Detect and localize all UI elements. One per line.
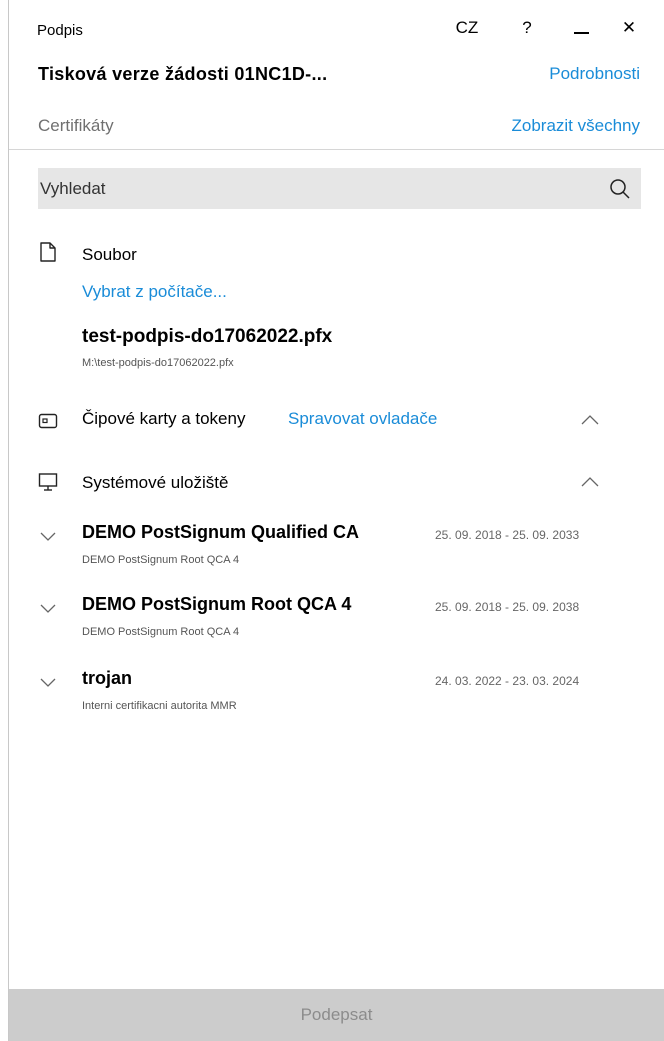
certificate-validity: 25. 09. 2018 - 25. 09. 2038 [435, 600, 580, 614]
certificate-issuer: DEMO PostSignum Root QCA 4 [82, 626, 240, 638]
search-input[interactable] [38, 178, 578, 199]
manage-drivers-link[interactable]: Spravovat ovladače [288, 409, 437, 429]
chevron-down-icon[interactable] [39, 530, 57, 542]
certificate-row[interactable]: trojan Interni certifikacni autorita MMR… [9, 668, 664, 728]
file-section-label: Soubor [82, 245, 137, 264]
show-all-link[interactable]: Zobrazit všechny [512, 116, 641, 136]
document-title: Tisková verze žádosti 01NC1D-... [38, 64, 328, 84]
choose-from-computer-link[interactable]: Vybrat z počítače... [82, 282, 227, 302]
certificate-validity: 25. 09. 2018 - 25. 09. 2033 [435, 528, 580, 542]
chevron-down-icon[interactable] [39, 602, 57, 614]
chevron-up-icon[interactable] [580, 476, 600, 488]
header-divider [9, 149, 664, 150]
help-button[interactable]: ? [517, 14, 537, 42]
certificate-row[interactable]: DEMO PostSignum Qualified CA DEMO PostSi… [9, 522, 664, 582]
smartcard-icon [38, 413, 58, 429]
smartcard-section-label: Čipové karty a tokeny [82, 409, 246, 428]
search-icon[interactable] [609, 178, 631, 200]
certificate-issuer: Interni certifikacni autorita MMR [82, 700, 237, 712]
selected-file-path: M:\test-podpis-do17062022.pfx [82, 357, 234, 369]
chevron-down-icon[interactable] [39, 676, 57, 688]
minimize-button[interactable] [569, 14, 593, 42]
sign-dialog: Podpis CZ ? ✕ Tisková verze žádosti 01NC… [0, 0, 664, 1041]
language-button[interactable]: CZ [453, 14, 481, 42]
monitor-icon [38, 473, 58, 491]
window-border [8, 0, 9, 1041]
details-link[interactable]: Podrobnosti [549, 64, 640, 84]
selected-file-name[interactable]: test-podpis-do17062022.pfx [82, 326, 332, 348]
window-title: Podpis [37, 22, 83, 39]
close-button[interactable]: ✕ [617, 14, 641, 42]
certificate-name: DEMO PostSignum Qualified CA [82, 522, 360, 542]
title-bar: Podpis CZ ? ✕ [9, 0, 664, 48]
certificate-name: DEMO PostSignum Root QCA 4 [82, 594, 352, 614]
certificates-label: Certifikáty [38, 116, 114, 135]
certificate-name: trojan [82, 668, 133, 688]
search-box [38, 168, 641, 209]
chevron-up-icon[interactable] [580, 414, 600, 426]
certificate-issuer: DEMO PostSignum Root QCA 4 [82, 554, 240, 566]
certificate-row[interactable]: DEMO PostSignum Root QCA 4 DEMO PostSign… [9, 594, 664, 654]
certificate-validity: 24. 03. 2022 - 23. 03. 2024 [435, 674, 580, 688]
file-icon [40, 242, 56, 262]
sign-button[interactable]: Podepsat [9, 989, 664, 1041]
system-store-section-label: Systémové uložiště [82, 473, 229, 492]
minimize-icon [573, 32, 589, 34]
